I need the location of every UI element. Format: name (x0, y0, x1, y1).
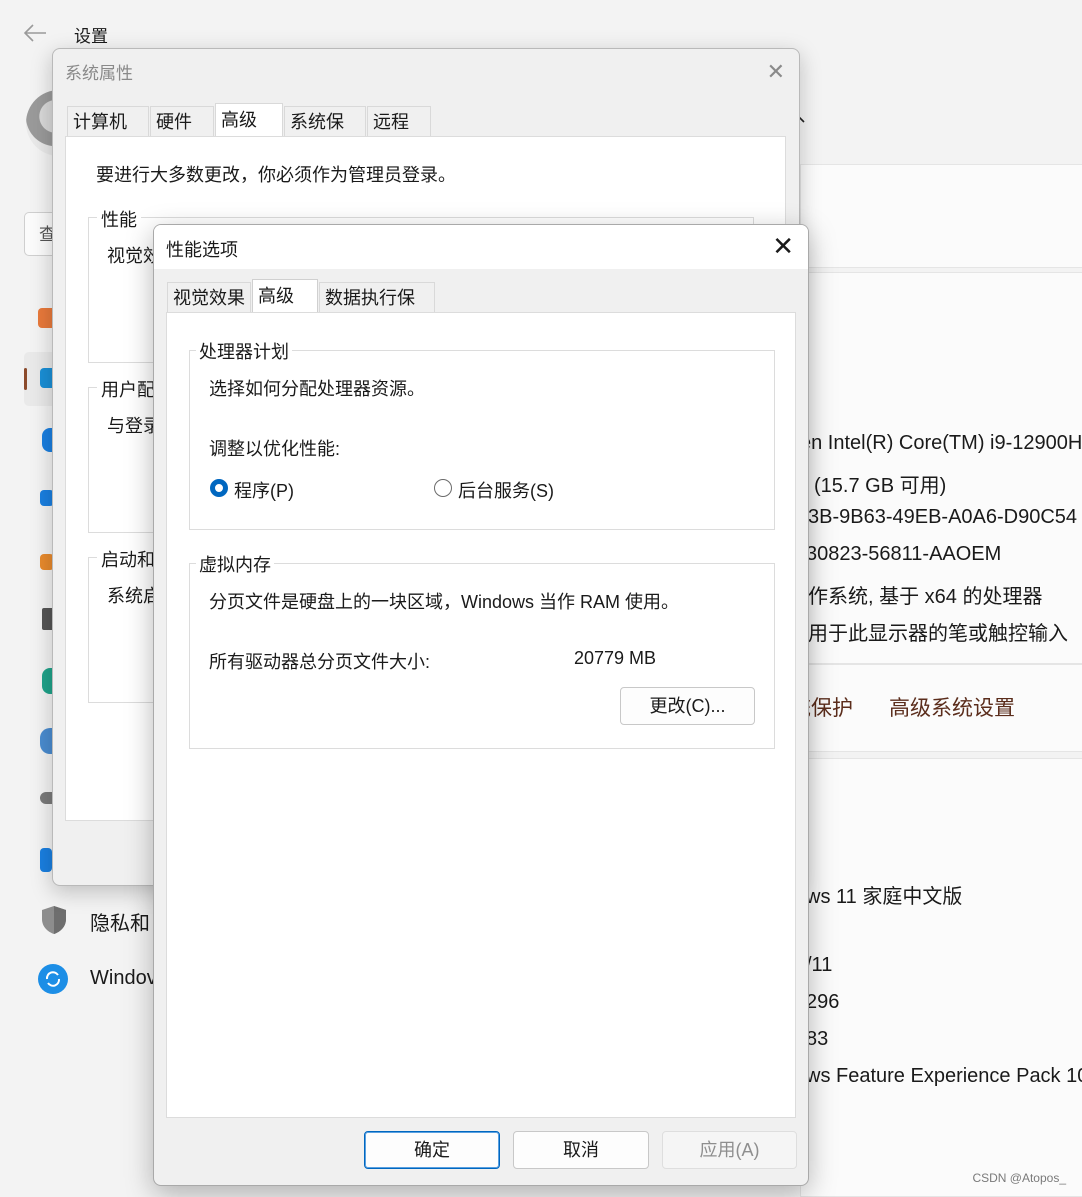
tab-computer-name[interactable]: 计算机名 (67, 106, 149, 162)
background-services-radio-label[interactable]: 后台服务(S) (458, 477, 554, 503)
performance-options-title: 性能选项 (166, 240, 238, 260)
tab-hardware[interactable]: 硬件 (150, 106, 214, 136)
tab-advanced[interactable]: 高级 (252, 279, 318, 312)
spec-ram: (15.7 GB 可用) (814, 475, 947, 497)
processor-scheduling-desc: 选择如何分配处理器资源。 (209, 379, 425, 399)
close-icon[interactable]: ✕ (772, 232, 794, 260)
device-card-top (800, 164, 1082, 268)
apply-button[interactable]: 应用(A) (662, 1131, 797, 1169)
background-services-radio[interactable] (434, 479, 452, 497)
tab-remote[interactable]: 远程 (367, 106, 431, 136)
windows-install-date: 296 (806, 991, 840, 1013)
close-icon[interactable]: ✕ (767, 59, 785, 85)
tab-system-protection[interactable]: 系统保护 (284, 106, 366, 162)
tab-data-execution-prevention[interactable]: 数据执行保护 (319, 282, 435, 338)
programs-radio[interactable] (210, 479, 228, 497)
processor-scheduling-label: 处理器计划 (196, 338, 292, 364)
back-arrow-icon[interactable] (22, 22, 48, 44)
windows-edition: ws 11 家庭中文版 (806, 886, 963, 908)
watermark: CSDN @Atopos_ (972, 1171, 1066, 1185)
total-paging-file-label: 所有驱动器总分页文件大小: (209, 652, 430, 672)
accessibility-icon[interactable] (40, 848, 52, 872)
performance-options-titlebar[interactable]: 性能选项 ✕ (154, 225, 808, 269)
nav-item-privacy[interactable]: 隐私和 (90, 907, 150, 936)
virtual-memory-label: 虚拟内存 (196, 551, 274, 577)
nav-active-indicator (24, 368, 27, 390)
cancel-button[interactable]: 取消 (513, 1131, 649, 1169)
virtual-memory-desc: 分页文件是硬盘上的一块区域，Windows 当作 RAM 使用。 (209, 592, 680, 612)
advanced-system-settings-link[interactable]: 高级系统设置 (889, 692, 1015, 722)
windows-specs-card (800, 758, 1082, 1197)
total-paging-file-value: 20779 MB (574, 648, 657, 668)
tab-advanced[interactable]: 高级 (215, 103, 283, 136)
windows-update-icon (38, 964, 68, 994)
privacy-shield-icon (42, 906, 66, 934)
windows-version: /11 (806, 954, 833, 976)
programs-radio-label[interactable]: 程序(P) (234, 477, 294, 503)
windows-experience: ws Feature Experience Pack 100 (806, 1065, 1082, 1087)
spec-processor: en Intel(R) Core(TM) i9-12900H (800, 432, 1082, 454)
virtual-memory-group: 虚拟内存 分页文件是硬盘上的一块区域，Windows 当作 RAM 使用。 所有… (189, 551, 775, 749)
spec-system-type: 作系统, 基于 x64 的处理器 (808, 586, 1043, 608)
performance-options-dialog: 性能选项 ✕ 视觉效果 高级 数据执行保护 处理器计划 选择如何分配处理器资源。… (153, 224, 809, 1186)
change-virtual-memory-button[interactable]: 更改(C)... (620, 687, 755, 725)
adjust-for-performance-label: 调整以优化性能: (209, 439, 341, 459)
admin-note: 要进行大多数更改，你必须作为管理员登录。 (96, 165, 456, 185)
spec-product-id: 30823-56811-AAOEM (806, 543, 1002, 565)
startup-recovery-group-label: 启动和 (97, 546, 159, 572)
nav-item-windows-update[interactable]: Windov (90, 967, 157, 990)
processor-scheduling-group: 处理器计划 选择如何分配处理器资源。 调整以优化性能: 程序(P) 后台服务(S… (189, 338, 775, 530)
windows-build: 83 (806, 1028, 829, 1050)
settings-title: 设置 (74, 27, 108, 46)
performance-group-label: 性能 (97, 206, 141, 232)
tab-visual-effects[interactable]: 视觉效果 (167, 282, 251, 312)
spec-pen-touch: 用于此显示器的笔或触控输入 (808, 623, 1068, 645)
advanced-tab-panel: 处理器计划 选择如何分配处理器资源。 调整以优化性能: 程序(P) 后台服务(S… (166, 312, 796, 1118)
ok-button[interactable]: 确定 (364, 1131, 500, 1169)
system-properties-title: 系统属性 (65, 64, 133, 83)
spec-device-id: 3B-9B63-49EB-A0A6-D90C54 (808, 506, 1078, 528)
user-profiles-group-label: 用户配 (97, 376, 159, 402)
